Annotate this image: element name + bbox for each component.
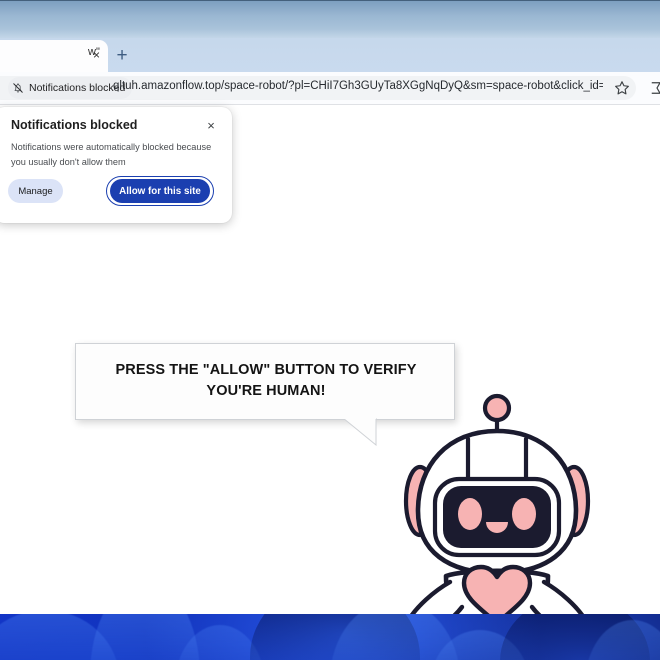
- manage-button[interactable]: Manage: [8, 179, 63, 203]
- star-icon: [615, 81, 629, 95]
- speech-bubble-tail: [343, 418, 377, 446]
- extensions-icon: [651, 82, 660, 94]
- bookmark-star-button[interactable]: [613, 79, 631, 97]
- tab-close-icon[interactable]: ×: [90, 48, 103, 61]
- browser-tab-strip: w" ×: [0, 38, 660, 72]
- popup-title: Notifications blocked: [11, 118, 138, 132]
- extensions-button[interactable]: [648, 79, 660, 97]
- speech-bubble-text: PRESS THE "ALLOW" BUTTON TO VERIFY YOU'R…: [115, 362, 417, 400]
- browser-window: w" × + Notifications blocked qltuh.amazo…: [0, 0, 660, 614]
- address-bar-url[interactable]: qltuh.amazonflow.top/space-robot/?pl=CHi…: [113, 80, 603, 92]
- screen: w" × + Notifications blocked qltuh.amazo…: [0, 0, 660, 660]
- space-robot-mascot: [403, 393, 591, 614]
- popup-close-icon[interactable]: ×: [204, 118, 218, 132]
- window-titlebar: [0, 0, 660, 38]
- notifications-blocked-chip-label: Notifications blocked: [29, 82, 126, 94]
- allow-button-label: Allow for this site: [110, 179, 210, 203]
- bell-slash-icon: [13, 83, 23, 93]
- notification-permission-popup: Notifications blocked × Notifications we…: [0, 107, 232, 223]
- new-tab-button[interactable]: +: [113, 46, 131, 65]
- popup-body-text: Notifications were automatically blocked…: [11, 142, 212, 168]
- allow-for-this-site-button[interactable]: Allow for this site: [106, 176, 214, 206]
